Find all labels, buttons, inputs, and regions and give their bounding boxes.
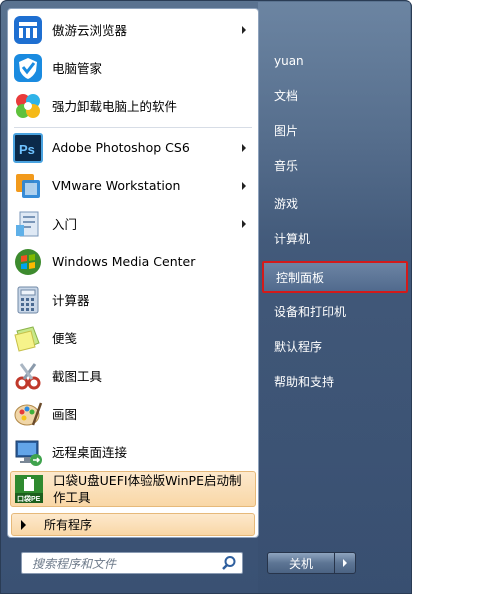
right-item-default-programs[interactable]: 默认程序: [262, 331, 408, 361]
right-item-computer[interactable]: 计算机: [262, 223, 408, 253]
right-item-label: yuan: [274, 54, 304, 68]
program-label: 电脑管家: [52, 61, 103, 76]
submenu-arrow-icon[interactable]: [242, 181, 246, 190]
all-programs-label: 所有程序: [44, 518, 93, 532]
shutdown-label: 关机: [288, 556, 313, 571]
right-item-control-panel[interactable]: 控制面板: [262, 261, 408, 293]
right-item-help-support[interactable]: 帮助和支持: [262, 366, 408, 396]
program-label: 计算器: [52, 293, 90, 308]
program-label: Windows Media Center: [52, 254, 196, 269]
maxthon-browser-icon: [12, 14, 44, 46]
program-item-paint[interactable]: 画图: [10, 395, 256, 432]
program-item-calculator[interactable]: 计算器: [10, 281, 256, 318]
right-item-label: 设备和打印机: [274, 304, 347, 319]
program-item-getting-started[interactable]: 入门: [10, 205, 256, 242]
right-item-label: 音乐: [274, 158, 299, 173]
right-item-label: 计算机: [274, 231, 311, 246]
program-item-photoshop[interactable]: Ps Adobe Photoshop CS6: [10, 129, 256, 166]
calculator-icon: [12, 284, 44, 316]
vmware-icon: [12, 170, 44, 202]
photoshop-icon: Ps: [12, 132, 44, 164]
right-item-label: 文档: [274, 88, 299, 103]
paint-icon: [12, 398, 44, 430]
all-programs-button[interactable]: 所有程序: [11, 513, 255, 536]
shutdown-button[interactable]: 关机: [267, 552, 335, 574]
program-item-media-center[interactable]: Windows Media Center: [10, 243, 256, 280]
tencent-pc-manager-icon: [12, 52, 44, 84]
getting-started-icon: [12, 208, 44, 240]
program-label: Adobe Photoshop CS6: [52, 140, 190, 155]
search-box[interactable]: 搜索程序和文件: [21, 552, 243, 574]
right-item-pictures[interactable]: 图片: [262, 115, 408, 145]
program-label: 截图工具: [52, 369, 103, 384]
right-item-label: 默认程序: [274, 339, 323, 354]
koudai-winpe-icon: 口袋PE: [13, 473, 45, 505]
program-label: 远程桌面连接: [52, 445, 128, 460]
program-item-remote-desktop[interactable]: 远程桌面连接: [10, 433, 256, 470]
program-item-koudai-winpe[interactable]: 口袋PE 口袋U盘UEFI体验版WinPE启动制 作工具: [10, 471, 256, 507]
program-label: 傲游云浏览器: [52, 23, 128, 38]
program-label-line2: 作工具: [53, 490, 91, 505]
uninstaller-icon: [12, 90, 44, 122]
right-item-label: 帮助和支持: [274, 374, 335, 389]
right-item-games[interactable]: 游戏: [262, 188, 408, 218]
right-item-label: 图片: [274, 123, 299, 138]
program-label: 入门: [52, 217, 78, 232]
right-item-label: 控制面板: [276, 270, 325, 285]
submenu-arrow-icon[interactable]: [242, 219, 246, 228]
program-label-line1: 口袋U盘UEFI体验版WinPE启动制: [53, 473, 242, 488]
right-item-documents[interactable]: 文档: [262, 80, 408, 110]
sticky-notes-icon: [12, 322, 44, 354]
program-label: VMware Workstation: [52, 178, 181, 193]
program-label: 便笺: [52, 331, 78, 346]
right-item-user[interactable]: yuan: [262, 46, 408, 76]
search-placeholder: 搜索程序和文件: [32, 556, 117, 571]
shutdown-options-button[interactable]: [334, 552, 356, 574]
snipping-tool-icon: [12, 360, 44, 392]
program-item-uninstaller[interactable]: 强力卸载电脑上的软件: [10, 87, 256, 124]
programs-pane: 傲游云浏览器 电脑管家 强力卸载电脑上的软件 Ps Adobe Photosho…: [7, 8, 259, 538]
remote-desktop-icon: [12, 436, 44, 468]
start-menu: 傲游云浏览器 电脑管家 强力卸载电脑上的软件 Ps Adobe Photosho…: [0, 0, 412, 594]
submenu-arrow-icon[interactable]: [242, 143, 246, 152]
program-label: 画图: [52, 407, 78, 422]
program-item-pc-manager[interactable]: 电脑管家: [10, 49, 256, 86]
right-item-devices-printers[interactable]: 设备和打印机: [262, 296, 408, 326]
program-item-maxthon[interactable]: 傲游云浏览器: [10, 11, 256, 48]
submenu-arrow-icon[interactable]: [242, 25, 246, 34]
right-item-label: 游戏: [274, 196, 299, 211]
svg-text:Ps: Ps: [19, 142, 35, 157]
program-item-vmware[interactable]: VMware Workstation: [10, 167, 256, 204]
svg-text:口袋PE: 口袋PE: [17, 494, 41, 503]
program-item-snipping-tool[interactable]: 截图工具: [10, 357, 256, 394]
play-arrow-icon: [21, 519, 26, 530]
divider: [14, 127, 252, 128]
program-label: 强力卸载电脑上的软件: [52, 99, 178, 114]
search-icon[interactable]: [221, 555, 237, 571]
media-center-icon: [12, 246, 44, 278]
program-item-sticky-notes[interactable]: 便笺: [10, 319, 256, 356]
chevron-right-icon: [343, 559, 347, 567]
program-label-group: 口袋U盘UEFI体验版WinPE启动制 作工具: [53, 472, 242, 506]
right-item-music[interactable]: 音乐: [262, 150, 408, 180]
